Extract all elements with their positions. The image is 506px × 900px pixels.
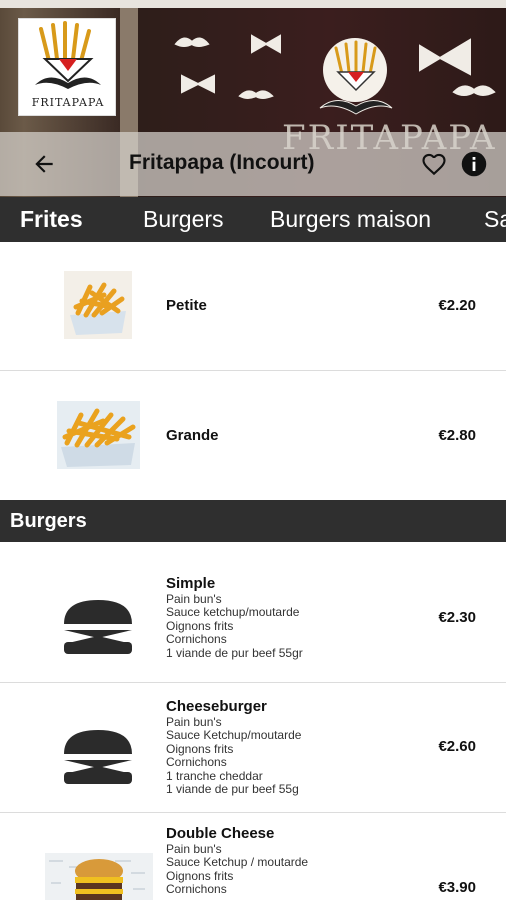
- desc-line: Pain bun's: [166, 592, 222, 606]
- back-button[interactable]: [0, 132, 88, 196]
- desc-line: Sauce ketchup/moutarde: [166, 605, 300, 620]
- item-price: €2.20: [438, 297, 476, 314]
- menu-item-petite[interactable]: Petite €2.20: [0, 242, 506, 371]
- tab-sauces[interactable]: Sa: [484, 197, 506, 242]
- desc-line: Pain bun's: [166, 842, 222, 856]
- favorite-button[interactable]: [420, 150, 448, 178]
- desc-line: Cornichons: [166, 882, 227, 897]
- decorative-pattern-icon: [174, 34, 496, 115]
- app-bar: Fritapapa (Incourt): [0, 132, 506, 196]
- fries-photo-icon: [64, 271, 132, 339]
- menu-item-cheeseburger[interactable]: Cheeseburger Pain bun's Sauce Ketchup/mo…: [0, 683, 506, 813]
- section-header-burgers: Burgers: [0, 500, 506, 542]
- tab-burgers-maison[interactable]: Burgers maison: [270, 197, 431, 242]
- burger-photo-icon: [45, 853, 153, 900]
- burger-icon: [64, 600, 132, 654]
- item-description: Pain bun's Sauce Ketchup / moutarde Oign…: [166, 842, 309, 897]
- fries-logo-icon: [35, 21, 101, 89]
- menu-item-double-cheese[interactable]: Double Cheese Pain bun's Sauce Ketchup /…: [0, 813, 506, 900]
- category-tabs: Frites Burgers Burgers maison Sa: [0, 197, 506, 242]
- arrow-left-icon: [35, 155, 53, 173]
- desc-line: 1 viande de pur beef 55gr: [166, 645, 303, 660]
- heart-icon: [422, 153, 446, 176]
- menu-list: Petite €2.20 Grande €2.80 Burgers Simple…: [0, 242, 506, 900]
- desc-line: Sauce Ketchup / moutarde: [166, 855, 309, 870]
- logo-text: FRITAPAPA: [31, 96, 105, 109]
- item-name: Double Cheese: [166, 825, 275, 842]
- info-icon: [461, 151, 487, 177]
- item-name: Simple: [166, 575, 216, 592]
- item-price: €3.90: [438, 879, 476, 896]
- desc-line: 1 viande de pur beef 55g: [166, 782, 299, 797]
- item-name: Petite: [166, 297, 207, 314]
- tab-burgers[interactable]: Burgers: [143, 197, 224, 242]
- item-name: Cheeseburger: [166, 698, 267, 715]
- desc-line: Oignons frits: [166, 868, 234, 883]
- restaurant-logo: FRITAPAPA: [18, 18, 116, 116]
- desc-line: 1 tranche cheddar: [166, 768, 263, 783]
- desc-line: Pain bun's: [166, 715, 222, 729]
- item-price: €2.80: [438, 427, 476, 444]
- menu-item-grande[interactable]: Grande €2.80: [0, 371, 506, 501]
- fries-photo-icon: [57, 401, 140, 469]
- desc-line: Sauce Ketchup/moutarde: [166, 728, 302, 743]
- desc-line: Cornichons: [166, 632, 227, 647]
- item-description: Pain bun's Sauce Ketchup/moutarde Oignon…: [166, 715, 302, 797]
- info-button[interactable]: [460, 150, 488, 178]
- tab-frites[interactable]: Frites: [20, 197, 83, 242]
- menu-item-simple[interactable]: Simple Pain bun's Sauce ketchup/moutarde…: [0, 542, 506, 683]
- desc-line: Cornichons: [166, 755, 227, 770]
- item-description: Pain bun's Sauce ketchup/moutarde Oignon…: [166, 592, 303, 660]
- item-price: €2.30: [438, 609, 476, 626]
- page-title: Fritapapa (Incourt): [129, 151, 315, 174]
- item-price: €2.60: [438, 738, 476, 755]
- item-name: Grande: [166, 427, 219, 444]
- burger-icon: [64, 730, 132, 784]
- desc-line: Oignons frits: [166, 618, 234, 633]
- desc-line: Oignons frits: [166, 741, 234, 756]
- banner-stripe: [0, 0, 506, 8]
